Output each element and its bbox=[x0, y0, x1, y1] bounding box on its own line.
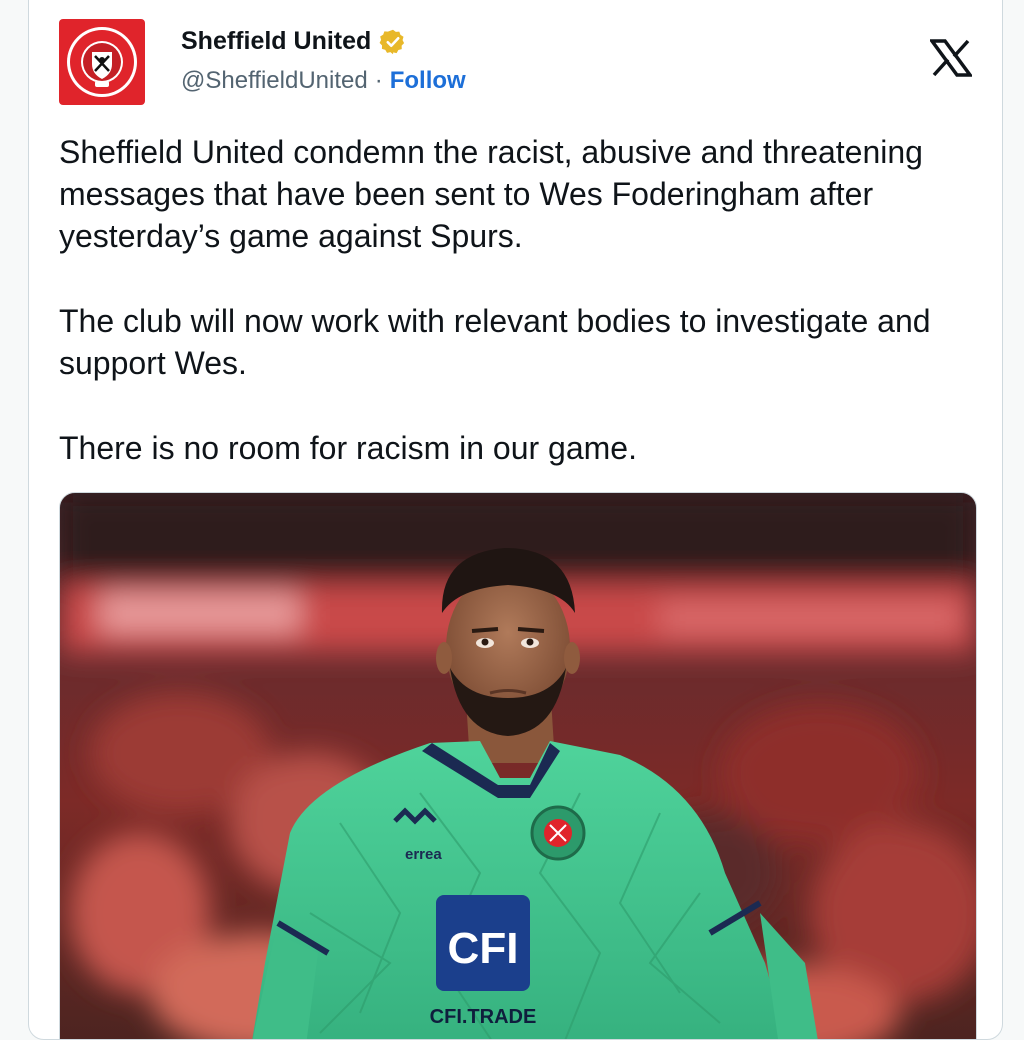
post-paragraph: Sheffield United condemn the racist, abu… bbox=[59, 134, 923, 254]
player-photo: errea CFI CFI.TRADE bbox=[60, 493, 976, 1039]
club-crest-icon bbox=[67, 27, 137, 97]
post-media-photo[interactable]: errea CFI CFI.TRADE bbox=[59, 492, 977, 1039]
separator-dot: · bbox=[374, 67, 383, 94]
sponsor-url-label: CFI.TRADE bbox=[430, 1006, 537, 1028]
verified-badge-icon bbox=[379, 29, 405, 54]
avatar[interactable] bbox=[59, 19, 145, 105]
display-name[interactable]: Sheffield United bbox=[181, 27, 371, 56]
handle[interactable]: @SheffieldUnited bbox=[181, 67, 368, 95]
post-card: Sheffield United @SheffieldUnited · Foll… bbox=[28, 0, 1003, 1040]
post-paragraph: There is no room for racism in our game. bbox=[59, 430, 637, 466]
follow-button[interactable]: Follow bbox=[390, 67, 466, 95]
sponsor-label: CFI bbox=[448, 924, 519, 973]
post-paragraph: The club will now work with relevant bod… bbox=[59, 303, 931, 381]
kit-brand-label: errea bbox=[405, 846, 442, 863]
x-logo-icon[interactable] bbox=[930, 39, 972, 77]
post-text: Sheffield United condemn the racist, abu… bbox=[59, 131, 969, 512]
post-header: Sheffield United @SheffieldUnited · Foll… bbox=[59, 19, 972, 109]
